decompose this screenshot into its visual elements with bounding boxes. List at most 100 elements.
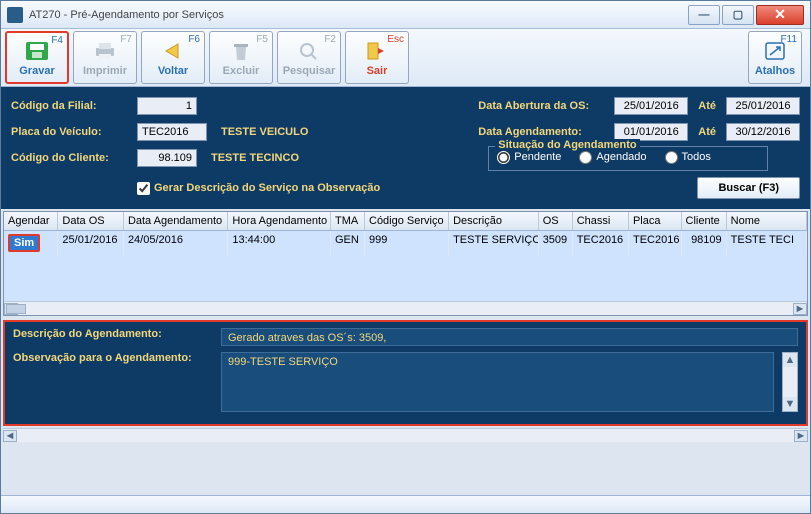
codigo-filial-input[interactable] [137, 97, 197, 115]
voltar-button[interactable]: F6 Voltar [141, 31, 205, 84]
observacao-label: Observação para o Agendamento: [13, 352, 213, 364]
scroll-left-icon[interactable]: ◄ [3, 430, 17, 442]
gravar-button[interactable]: F4 Gravar [5, 31, 69, 84]
cell: 25/01/2016 [58, 231, 124, 255]
col-cod-serv[interactable]: Código Serviço [365, 212, 449, 230]
app-window: AT270 - Pré-Agendamento por Serviços — ▢… [0, 0, 811, 514]
buscar-button[interactable]: Buscar (F3) [697, 177, 800, 199]
pesquisar-button[interactable]: F2 Pesquisar [277, 31, 341, 84]
cell: TESTE TECI [727, 231, 807, 255]
gerar-descricao-checkbox[interactable]: Gerar Descrição do Serviço na Observação [137, 182, 380, 195]
atalhos-button[interactable]: F11 Atalhos [748, 31, 802, 84]
cliente-desc: TESTE TECINCO [211, 152, 299, 164]
sair-button[interactable]: Esc Sair [345, 31, 409, 84]
data-abertura-ate-input[interactable] [726, 97, 800, 115]
button-label: Pesquisar [283, 65, 336, 77]
filter-form: Código da Filial: Placa do Veículo: TEST… [1, 87, 810, 209]
trash-icon [227, 39, 255, 63]
close-button[interactable]: ✕ [756, 5, 804, 25]
radio-todos[interactable]: Todos [665, 151, 711, 164]
search-icon [295, 39, 323, 63]
save-icon [23, 39, 51, 63]
col-nome[interactable]: Nome [727, 212, 807, 230]
back-arrow-icon [159, 39, 187, 63]
button-label: Excluir [223, 65, 260, 77]
scroll-right-icon[interactable]: ► [793, 303, 807, 315]
button-label: Sair [367, 65, 388, 77]
cell: TEC2016 [629, 231, 682, 255]
cell: 13:44:00 [228, 231, 331, 255]
window-title: AT270 - Pré-Agendamento por Serviços [29, 9, 688, 21]
button-label: Atalhos [755, 65, 795, 77]
fkey-label: F6 [188, 34, 200, 45]
minimize-button[interactable]: — [688, 5, 720, 25]
scroll-right-icon[interactable]: ► [794, 430, 808, 442]
button-label: Imprimir [83, 65, 127, 77]
descricao-label: Descrição do Agendamento: [13, 328, 213, 340]
col-os[interactable]: OS [539, 212, 573, 230]
observacao-vscrollbar[interactable]: ▲ ▼ [782, 352, 798, 412]
col-data-agend[interactable]: Data Agendamento [124, 212, 228, 230]
data-agend-label: Data Agendamento: [478, 126, 608, 138]
col-hora[interactable]: Hora Agendamento [228, 212, 331, 230]
col-chassi[interactable]: Chassi [573, 212, 629, 230]
fkey-label: F5 [256, 34, 268, 45]
statusbar [1, 495, 810, 513]
app-icon [7, 7, 23, 23]
data-abertura-label: Data Abertura da OS: [478, 100, 608, 112]
detail-panel: Descrição do Agendamento: Gerado atraves… [3, 320, 808, 426]
cell: 24/05/2016 [124, 231, 228, 255]
placa-input[interactable] [137, 123, 207, 141]
cell: 98109 [682, 231, 727, 255]
toolbar: F4 Gravar F7 Imprimir F6 Voltar F5 E [1, 29, 810, 87]
scroll-thumb[interactable] [6, 304, 26, 314]
scroll-down-icon[interactable]: ▼ [783, 397, 797, 411]
fkey-label: Esc [387, 34, 404, 45]
placa-desc: TESTE VEICULO [221, 126, 308, 138]
col-placa[interactable]: Placa [629, 212, 682, 230]
cell: 3509 [539, 231, 573, 255]
radio-agendado[interactable]: Agendado [579, 151, 646, 164]
gerar-descricao-input[interactable] [137, 182, 150, 195]
fkey-label: F11 [781, 34, 798, 45]
cell: 999 [365, 231, 449, 255]
fkey-label: F2 [324, 34, 336, 45]
col-data-os[interactable]: Data OS [58, 212, 124, 230]
table-row[interactable]: Sim 25/01/2016 24/05/2016 13:44:00 GEN 9… [4, 231, 807, 255]
printer-icon [91, 39, 119, 63]
cell: TEC2016 [573, 231, 629, 255]
placa-label: Placa do Veículo: [11, 126, 131, 138]
imprimir-button[interactable]: F7 Imprimir [73, 31, 137, 84]
codigo-filial-label: Código da Filial: [11, 100, 131, 112]
data-agend-ate-input[interactable] [726, 123, 800, 141]
data-abertura-de-input[interactable] [614, 97, 688, 115]
col-agendar[interactable]: Agendar [4, 212, 58, 230]
col-tma[interactable]: TMA [331, 212, 365, 230]
titlebar: AT270 - Pré-Agendamento por Serviços — ▢… [1, 1, 810, 29]
excluir-button[interactable]: F5 Excluir [209, 31, 273, 84]
panel-hscrollbar[interactable]: ◄ ► [3, 428, 808, 442]
descricao-field[interactable]: Gerado atraves das OS´s: 3509, [221, 328, 798, 346]
radio-pendente[interactable]: Pendente [497, 151, 561, 164]
situacao-legend: Situação do Agendamento [495, 139, 639, 151]
situacao-groupbox: Situação do Agendamento Pendente Agendad… [488, 146, 768, 171]
maximize-button[interactable]: ▢ [722, 5, 754, 25]
fkey-label: F4 [51, 35, 63, 46]
ate-label: Até [698, 100, 716, 112]
ate-label: Até [698, 126, 716, 138]
col-cliente[interactable]: Cliente [682, 212, 727, 230]
scroll-up-icon[interactable]: ▲ [783, 353, 797, 367]
col-desc[interactable]: Descrição [449, 212, 539, 230]
cell: GEN [331, 231, 365, 255]
cell: TESTE SERVIÇO [449, 231, 539, 255]
button-label: Gravar [19, 65, 54, 77]
grid-header: Agendar Data OS Data Agendamento Hora Ag… [4, 212, 807, 231]
agendar-cell[interactable]: Sim [8, 234, 40, 252]
grid-hscrollbar[interactable]: ◄ ► [4, 301, 807, 315]
fkey-label: F7 [120, 34, 132, 45]
button-label: Voltar [158, 65, 188, 77]
cliente-label: Código do Cliente: [11, 152, 131, 164]
cliente-input[interactable] [137, 149, 197, 167]
observacao-field[interactable]: 999-TESTE SERVIÇO [221, 352, 774, 412]
grid-body[interactable]: Sim 25/01/2016 24/05/2016 13:44:00 GEN 9… [4, 231, 807, 301]
